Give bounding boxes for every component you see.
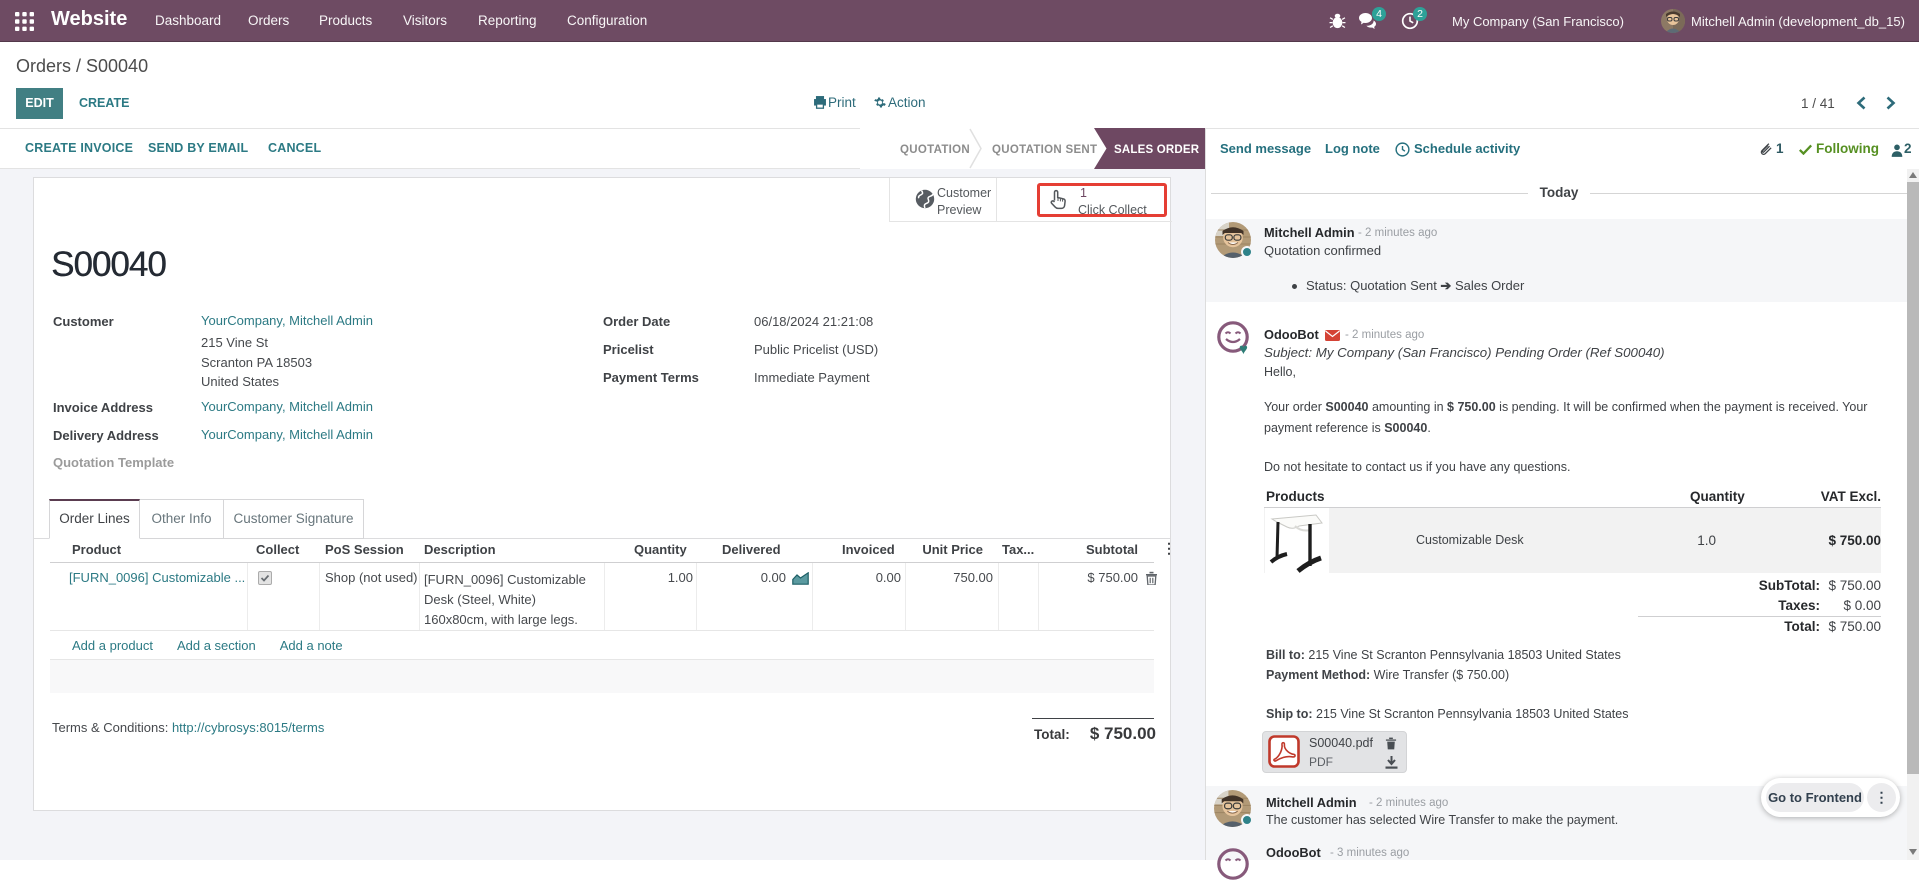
svg-text:QUOTATION SENT: QUOTATION SENT [992,144,1097,156]
svg-text:SALES ORDER: SALES ORDER [1114,144,1200,156]
svg-text:QUOTATION: QUOTATION [900,144,970,156]
